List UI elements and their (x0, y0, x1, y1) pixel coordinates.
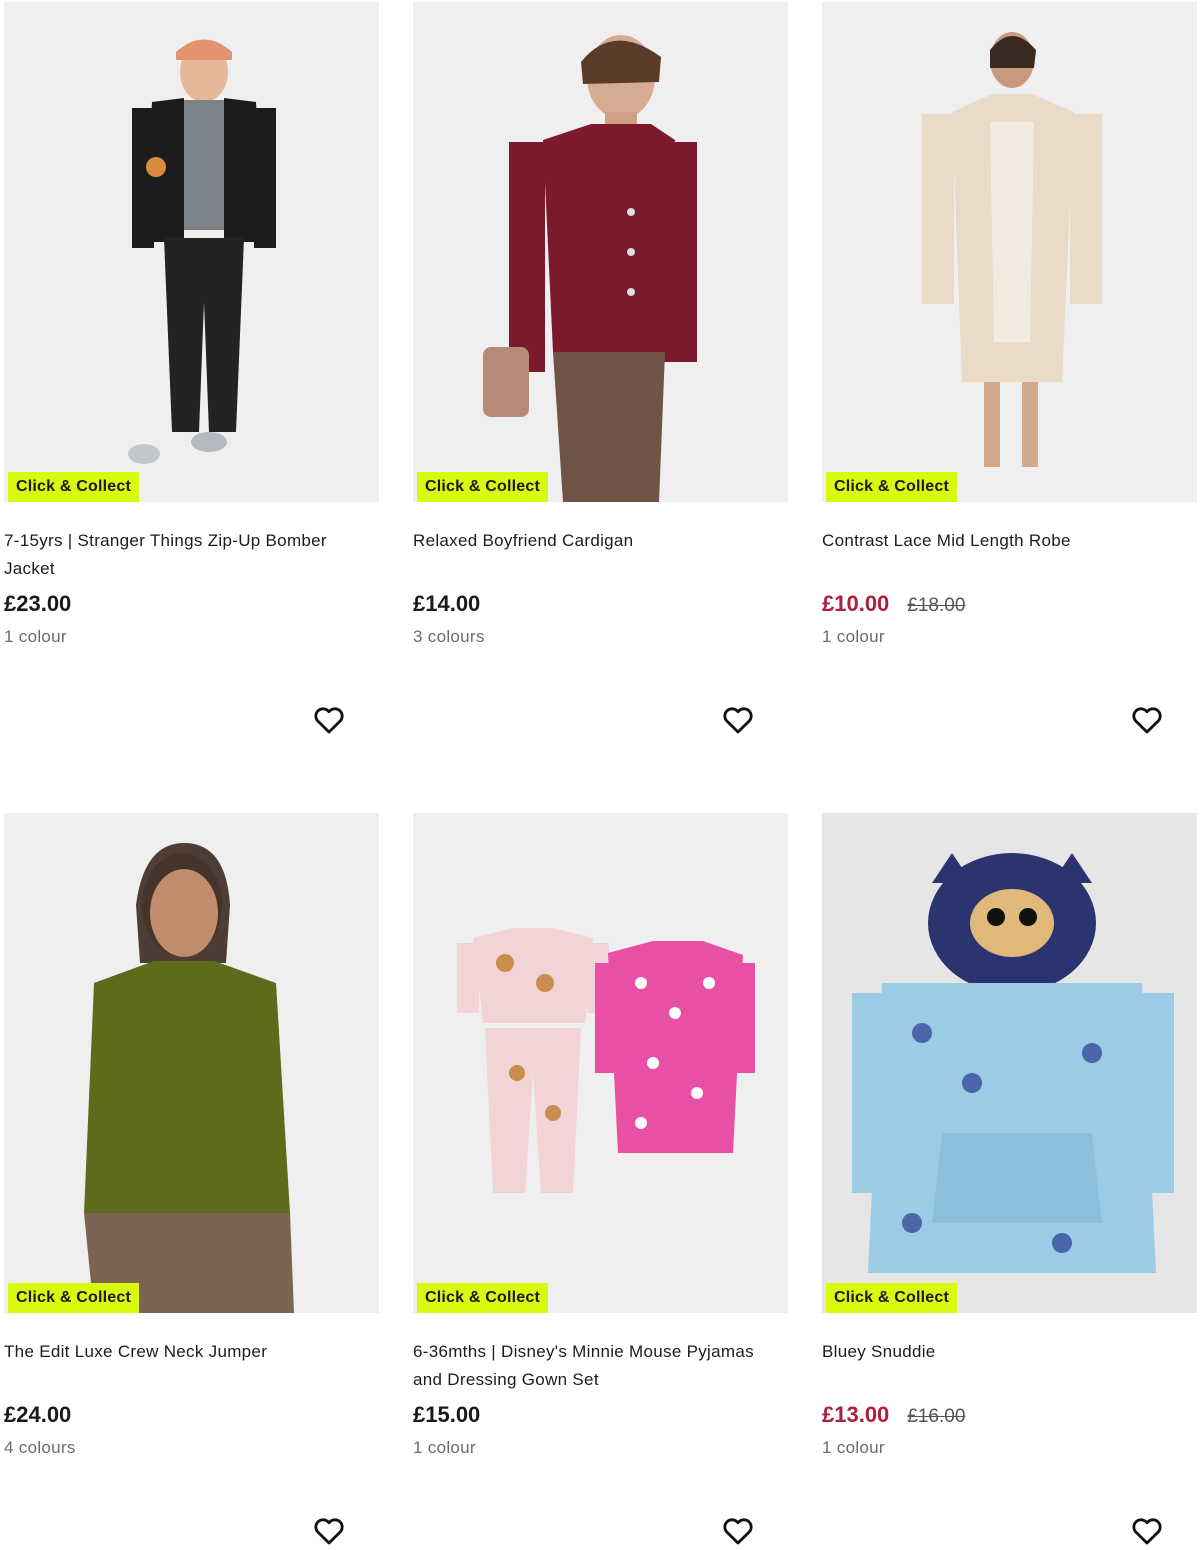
click-collect-badge: Click & Collect (826, 472, 958, 502)
favourite-button[interactable] (311, 1513, 347, 1549)
sale-price: £10.00 (822, 591, 890, 616)
price: £24.00 (4, 1402, 72, 1427)
heart-outline-icon (314, 707, 344, 734)
heart-outline-icon (314, 1518, 344, 1545)
price-row: £15.00 (413, 1402, 788, 1432)
bomber-jacket-photo (4, 2, 379, 502)
price: £15.00 (413, 1402, 481, 1427)
product-image[interactable]: Click & Collect (4, 813, 379, 1313)
click-collect-badge: Click & Collect (8, 472, 140, 502)
price: £23.00 (4, 591, 72, 616)
product-card[interactable]: Click & Collect 6-36mths | Disney's Minn… (413, 813, 788, 1545)
product-image[interactable]: Click & Collect (413, 813, 788, 1313)
product-card[interactable]: Click & Collect Relaxed Boyfriend Cardig… (413, 2, 788, 734)
click-collect-badge: Click & Collect (417, 1283, 549, 1313)
bluey-snuddie-photo (822, 813, 1197, 1313)
click-collect-badge: Click & Collect (8, 1283, 140, 1313)
colour-count: 3 colours (413, 627, 485, 646)
favourite-button[interactable] (311, 702, 347, 738)
colour-count: 1 colour (413, 1438, 476, 1457)
product-title[interactable]: Contrast Lace Mid Length Robe (822, 527, 1197, 583)
product-card[interactable]: Click & Collect The Edit Luxe Crew Neck … (4, 813, 379, 1545)
colour-count: 1 colour (822, 627, 885, 646)
minnie-pyjamas-photo (413, 813, 788, 1313)
price-row: £10.00 £18.00 (822, 591, 1197, 621)
favourite-button[interactable] (1129, 1513, 1165, 1549)
click-collect-badge: Click & Collect (417, 472, 549, 502)
product-card[interactable]: Click & Collect 7-15yrs | Stranger Thing… (4, 2, 379, 734)
product-card[interactable]: Click & Collect Bluey Snuddie £13.00 £16… (822, 813, 1197, 1545)
crew-neck-jumper-photo (4, 813, 379, 1313)
original-price: £18.00 (907, 595, 966, 616)
original-price: £16.00 (907, 1406, 966, 1427)
colour-count: 1 colour (4, 627, 67, 646)
heart-outline-icon (723, 1518, 753, 1545)
product-card[interactable]: Click & Collect Contrast Lace Mid Length… (822, 2, 1197, 734)
product-title[interactable]: Relaxed Boyfriend Cardigan (413, 527, 788, 583)
price-row: £23.00 (4, 591, 379, 621)
price-row: £24.00 (4, 1402, 379, 1432)
product-title[interactable]: 7-15yrs | Stranger Things Zip-Up Bomber … (4, 527, 379, 583)
product-title[interactable]: The Edit Luxe Crew Neck Jumper (4, 1338, 379, 1394)
product-image[interactable]: Click & Collect (4, 2, 379, 502)
favourite-button[interactable] (720, 702, 756, 738)
price-row: £13.00 £16.00 (822, 1402, 1197, 1432)
click-collect-badge: Click & Collect (826, 1283, 958, 1313)
product-image[interactable]: Click & Collect (822, 2, 1197, 502)
product-title[interactable]: Bluey Snuddie (822, 1338, 1197, 1394)
price: £14.00 (413, 591, 481, 616)
cardigan-photo (413, 2, 788, 502)
colour-count: 4 colours (4, 1438, 76, 1457)
product-title[interactable]: 6-36mths | Disney's Minnie Mouse Pyjamas… (413, 1338, 788, 1394)
sale-price: £13.00 (822, 1402, 890, 1427)
heart-outline-icon (723, 707, 753, 734)
product-image[interactable]: Click & Collect (413, 2, 788, 502)
lace-robe-photo (822, 2, 1197, 502)
heart-outline-icon (1132, 707, 1162, 734)
favourite-button[interactable] (720, 1513, 756, 1549)
product-image[interactable]: Click & Collect (822, 813, 1197, 1313)
colour-count: 1 colour (822, 1438, 885, 1457)
favourite-button[interactable] (1129, 702, 1165, 738)
heart-outline-icon (1132, 1518, 1162, 1545)
price-row: £14.00 (413, 591, 788, 621)
